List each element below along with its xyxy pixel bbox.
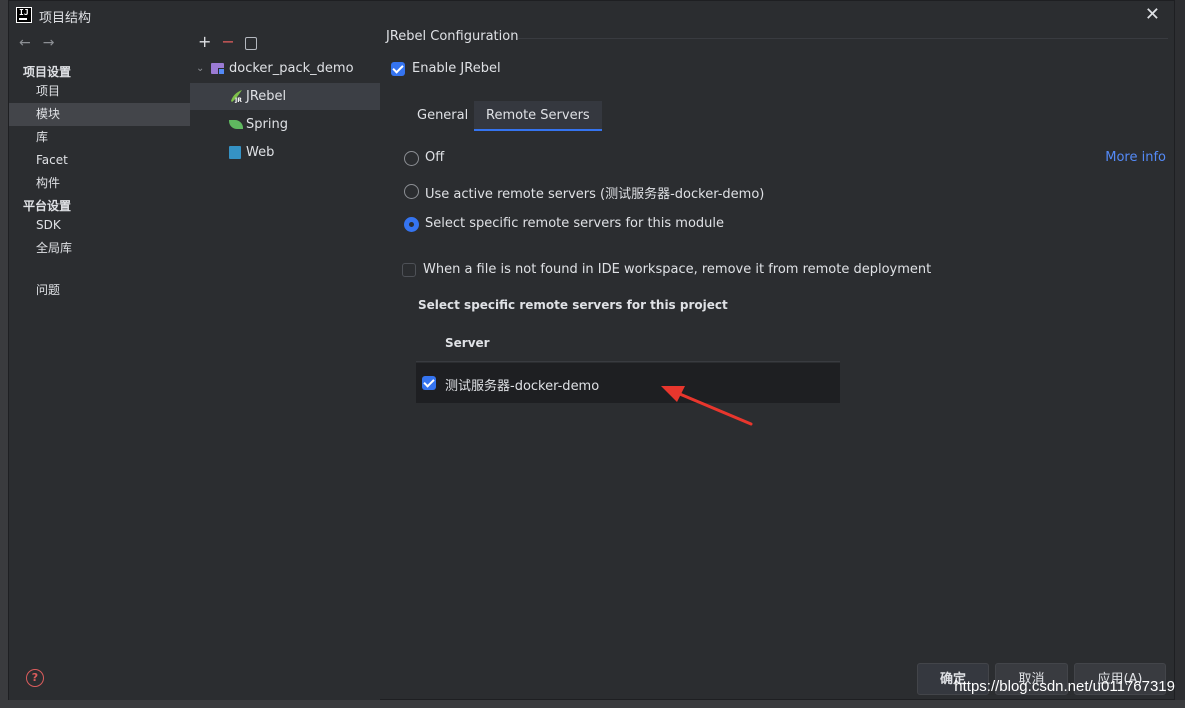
sidebar-item-label: 库 — [36, 130, 49, 144]
project-structure-dialog: IJ 项目结构 ✕ ← → 项目设置 项目 模块 库 Facet 构件 平台设置 … — [8, 0, 1176, 701]
tree-toolbar: + − — [198, 32, 267, 51]
sidebar-item-sdk[interactable]: SDK — [9, 214, 190, 237]
tree-node-web[interactable]: Web — [190, 139, 380, 166]
intellij-logo-icon: IJ — [16, 7, 32, 23]
server-name: 测试服务器-docker-demo — [445, 379, 600, 394]
web-facet-icon — [229, 146, 241, 159]
background-edge-bottom — [0, 700, 1185, 708]
radio-use-active-servers-label: Use active remote servers (测试服务器-docker-… — [425, 187, 765, 202]
radio-off[interactable] — [404, 151, 419, 166]
spring-leaf-icon — [229, 120, 243, 129]
table-header: Server — [416, 329, 840, 362]
tab-remote-servers[interactable]: Remote Servers — [474, 101, 602, 131]
tree-node-jrebel[interactable]: JR JRebel — [190, 83, 380, 110]
title-bar: IJ 项目结构 ✕ — [9, 1, 1174, 29]
column-header-server: Server — [445, 336, 490, 350]
jrebel-configuration-panel: JRebel Configuration Enable JRebel Gener… — [380, 29, 1176, 701]
background-edge-left — [0, 0, 8, 708]
close-icon[interactable]: ✕ — [1145, 4, 1160, 25]
servers-heading: Select specific remote servers for this … — [418, 298, 728, 312]
sidebar-item-facets[interactable]: Facet — [9, 149, 190, 172]
more-info-link[interactable]: More info — [1105, 150, 1166, 165]
tree-node-label: Web — [246, 145, 275, 160]
watermark-text: https://blog.csdn.net/u011767319 — [954, 678, 1175, 695]
jrebel-icon: JR — [231, 90, 242, 103]
nav-arrows: ← → — [19, 35, 66, 51]
sidebar-item-artifacts[interactable]: 构件 — [9, 172, 190, 195]
radio-select-specific-servers[interactable] — [404, 217, 419, 232]
sidebar-item-problems[interactable]: 问题 — [9, 279, 190, 302]
forward-arrow-icon[interactable]: → — [43, 35, 55, 51]
settings-sidebar: ← → 项目设置 项目 模块 库 Facet 构件 平台设置 SDK 全局库 问题… — [9, 29, 190, 701]
annotation-arrow — [661, 386, 753, 426]
remove-icon[interactable]: − — [221, 32, 234, 51]
server-table: Server 测试服务器-docker-demo — [416, 329, 840, 403]
sidebar-item-label: 项目 — [36, 84, 61, 98]
radio-off-label: Off — [425, 150, 445, 165]
copy-icon[interactable] — [244, 37, 257, 50]
sidebar-item-libraries[interactable]: 库 — [9, 126, 190, 149]
enable-jrebel-checkbox[interactable] — [391, 62, 405, 76]
sidebar-item-label: 模块 — [36, 107, 61, 121]
radio-select-specific-servers-label: Select specific remote servers for this … — [425, 216, 725, 231]
sidebar-item-global-libraries[interactable]: 全局库 — [9, 237, 190, 260]
section-project-settings: 项目设置 — [23, 65, 72, 79]
module-folder-icon — [211, 63, 225, 75]
group-divider — [518, 38, 1168, 39]
tree-node-label: docker_pack_demo — [229, 61, 354, 76]
tree-node-label: JRebel — [246, 89, 287, 104]
sidebar-item-label: 全局库 — [36, 241, 73, 255]
sidebar-item-project[interactable]: 项目 — [9, 80, 190, 103]
section-platform-settings: 平台设置 — [23, 199, 72, 213]
group-title: JRebel Configuration — [386, 29, 519, 44]
enable-jrebel-label: Enable JRebel — [412, 61, 501, 76]
sidebar-item-label: Facet — [36, 153, 68, 167]
sidebar-item-modules[interactable]: 模块 — [9, 103, 190, 126]
back-arrow-icon[interactable]: ← — [19, 35, 31, 51]
module-tree: + − ⌄ docker_pack_demo JR JRebel Spring W… — [190, 29, 380, 701]
svg-text:JR: JR — [234, 97, 242, 103]
sidebar-item-label: 构件 — [36, 176, 61, 190]
tree-node-label: Spring — [246, 117, 288, 132]
table-row[interactable]: 测试服务器-docker-demo — [416, 363, 840, 403]
tree-node-module[interactable]: ⌄ docker_pack_demo — [190, 55, 380, 82]
background-edge-right — [1175, 0, 1185, 708]
remove-missing-files-checkbox[interactable] — [402, 263, 416, 277]
add-icon[interactable]: + — [198, 32, 211, 51]
chevron-down-icon[interactable]: ⌄ — [196, 55, 204, 82]
help-icon[interactable]: ? — [26, 669, 44, 687]
remove-missing-files-label: When a file is not found in IDE workspac… — [423, 262, 932, 277]
server-row-checkbox[interactable] — [422, 376, 436, 390]
radio-use-active-servers[interactable] — [404, 184, 419, 199]
tree-node-spring[interactable]: Spring — [190, 111, 380, 138]
window-title: 项目结构 — [39, 11, 92, 26]
sidebar-item-label: 问题 — [36, 283, 61, 297]
sidebar-item-label: SDK — [36, 218, 61, 232]
tab-general[interactable]: General — [405, 101, 480, 131]
